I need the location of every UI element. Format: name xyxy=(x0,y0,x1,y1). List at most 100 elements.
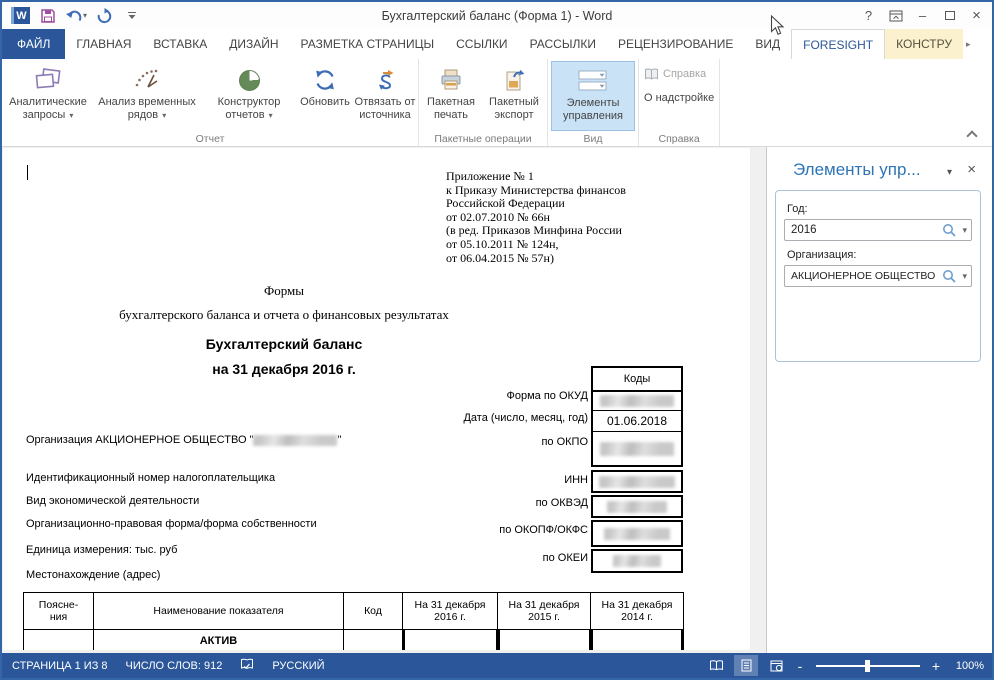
close-button[interactable]: × xyxy=(963,4,990,28)
okei-label: по ОКЕИ xyxy=(542,552,588,564)
tab-home[interactable]: ГЛАВНАЯ xyxy=(65,29,142,59)
document-page[interactable]: Приложение № 1 к Приказу Министерства фи… xyxy=(3,148,750,650)
ribbon-display-icon xyxy=(889,10,902,21)
web-layout-button[interactable] xyxy=(764,655,788,676)
undo-button[interactable]: ▾ xyxy=(64,5,88,27)
pane-options-caret-icon[interactable]: ▾ xyxy=(947,167,952,178)
tab-constructor[interactable]: КОНСТРУ xyxy=(885,29,963,59)
date-value-cell: 01.06.2018 xyxy=(593,410,681,431)
save-icon xyxy=(41,8,55,23)
year-input[interactable] xyxy=(791,224,943,236)
ribbon-display-options-button[interactable] xyxy=(882,4,909,28)
save-button[interactable] xyxy=(36,5,60,27)
group-label-report: Отчет xyxy=(195,133,225,145)
date-label: Дата (число, месяц, год) xyxy=(463,412,588,424)
okopf-label: по ОКОПФ/ОКФС xyxy=(499,524,588,536)
redacted-org-name xyxy=(253,434,338,446)
cell-2014 xyxy=(591,629,683,650)
word-app-icon[interactable]: W xyxy=(8,5,32,27)
unlink-source-button[interactable]: Отвязать от источника xyxy=(353,61,417,131)
printer-icon xyxy=(439,64,463,96)
legal-reference-block: Приложение № 1 к Приказу Министерства фи… xyxy=(446,169,626,265)
unit-label: Единица измерения: тыс. руб xyxy=(26,544,178,556)
ribbon-group-help: Справка О надстройке Справка xyxy=(639,59,721,146)
okpo-label: по ОКПО xyxy=(541,436,588,448)
tab-foresight[interactable]: FORESIGHT xyxy=(791,29,886,59)
year-field[interactable]: ▾ xyxy=(784,219,972,241)
tab-scroll-right-icon[interactable]: ▸ xyxy=(963,29,974,59)
minimize-button[interactable]: – xyxy=(909,4,936,28)
ribbon-group-report: Аналитические запросы ▾ Анализ временных… xyxy=(2,59,419,146)
organization-field[interactable]: ▾ xyxy=(784,265,972,287)
tab-review[interactable]: РЕЦЕНЗИРОВАНИЕ xyxy=(607,29,744,59)
codes-header: Коды xyxy=(623,373,651,385)
organization-dropdown-caret-icon[interactable]: ▾ xyxy=(962,271,967,282)
batch-print-label: Пакетная печать xyxy=(427,96,475,121)
cell-2015 xyxy=(498,629,591,650)
refresh-button[interactable]: Обновить xyxy=(297,61,353,131)
redacted-value xyxy=(600,441,674,456)
status-bar: СТРАНИЦА 1 ИЗ 8 ЧИСЛО СЛОВ: 912 РУССКИЙ … xyxy=(2,653,992,678)
collapse-ribbon-button[interactable] xyxy=(967,129,976,138)
language-indicator[interactable]: РУССКИЙ xyxy=(272,660,324,672)
zoom-in-button[interactable]: + xyxy=(930,658,942,674)
okud-value-cell xyxy=(593,390,681,410)
tab-file[interactable]: ФАЙЛ xyxy=(2,29,66,59)
print-layout-button[interactable] xyxy=(734,655,758,676)
tab-view[interactable]: ВИД xyxy=(744,29,791,59)
zoom-out-button[interactable]: - xyxy=(794,658,806,674)
tab-design[interactable]: ДИЗАЙН xyxy=(218,29,289,59)
time-series-label: Анализ временных рядов xyxy=(98,96,196,121)
pane-close-icon[interactable]: × xyxy=(967,161,976,178)
zoom-slider[interactable] xyxy=(816,659,920,672)
search-icon[interactable] xyxy=(942,223,957,238)
undo-dropdown-caret[interactable]: ▾ xyxy=(83,11,87,20)
read-mode-icon xyxy=(709,660,723,671)
header-2016: На 31 декабря 2016 г. xyxy=(403,593,498,630)
batch-print-button[interactable]: Пакетная печать xyxy=(420,61,482,131)
proofing-status-icon[interactable] xyxy=(240,658,254,674)
tab-page-layout[interactable]: РАЗМЕТКА СТРАНИЦЫ xyxy=(290,29,446,59)
controls-label: Элементы управления xyxy=(563,97,623,122)
batch-export-button[interactable]: Пакетный экспорт xyxy=(482,61,546,131)
header-2014: На 31 декабря 2014 г. xyxy=(591,593,683,630)
year-label: Год: xyxy=(787,203,808,215)
tab-insert[interactable]: ВСТАВКА xyxy=(142,29,218,59)
tab-mailings[interactable]: РАССЫЛКИ xyxy=(519,29,607,59)
word-count[interactable]: ЧИСЛО СЛОВ: 912 xyxy=(126,660,223,672)
customize-qat-button[interactable] xyxy=(120,5,144,27)
page-indicator[interactable]: СТРАНИЦА 1 ИЗ 8 xyxy=(12,660,108,672)
report-designer-button[interactable]: Конструктор отчетов ▾ xyxy=(201,61,297,131)
help-reference-button[interactable]: Справка xyxy=(644,65,714,83)
redo-button[interactable] xyxy=(92,5,116,27)
read-mode-button[interactable] xyxy=(704,655,728,676)
header-indicator: Наименование показателя xyxy=(94,593,344,630)
okei-value-cell xyxy=(591,549,683,573)
analytic-queries-button[interactable]: Аналитические запросы ▾ xyxy=(3,61,93,131)
controls-button[interactable]: Элементы управления xyxy=(551,61,635,131)
address-label: Местонахождение (адрес) xyxy=(26,569,161,581)
print-layout-icon xyxy=(741,659,751,672)
inn-label: ИНН xyxy=(564,474,588,486)
header-notes: Поясне- ния xyxy=(24,593,94,630)
maximize-button[interactable] xyxy=(936,4,963,28)
okved-label: по ОКВЭД xyxy=(535,497,588,509)
year-dropdown-caret-icon[interactable]: ▾ xyxy=(962,225,967,236)
tab-references[interactable]: ССЫЛКИ xyxy=(445,29,518,59)
forms-subheading: бухгалтерского баланса и отчета о финанс… xyxy=(119,307,449,322)
organization-line: Организация АКЦИОНЕРНОЕ ОБЩЕСТВО " " xyxy=(26,434,341,446)
zoom-slider-thumb[interactable] xyxy=(865,659,870,672)
help-button[interactable]: ? xyxy=(855,4,882,28)
group-label-view: Вид xyxy=(583,133,603,145)
search-icon[interactable] xyxy=(942,269,957,284)
ribbon-group-batch: Пакетная печать Пакетный экспорт Пакетны… xyxy=(419,59,548,146)
about-addin-button[interactable]: О надстройке xyxy=(644,89,714,107)
zoom-level[interactable]: 100% xyxy=(948,660,984,672)
unlink-icon xyxy=(374,64,396,96)
time-series-analysis-button[interactable]: Анализ временных рядов ▾ xyxy=(93,61,201,131)
organization-input[interactable] xyxy=(791,270,943,282)
redacted-value xyxy=(599,475,675,488)
group-label-batch: Пакетные операции xyxy=(434,133,532,145)
analytic-queries-label: Аналитические запросы xyxy=(9,96,87,121)
about-addin-label: О надстройке xyxy=(644,92,715,104)
